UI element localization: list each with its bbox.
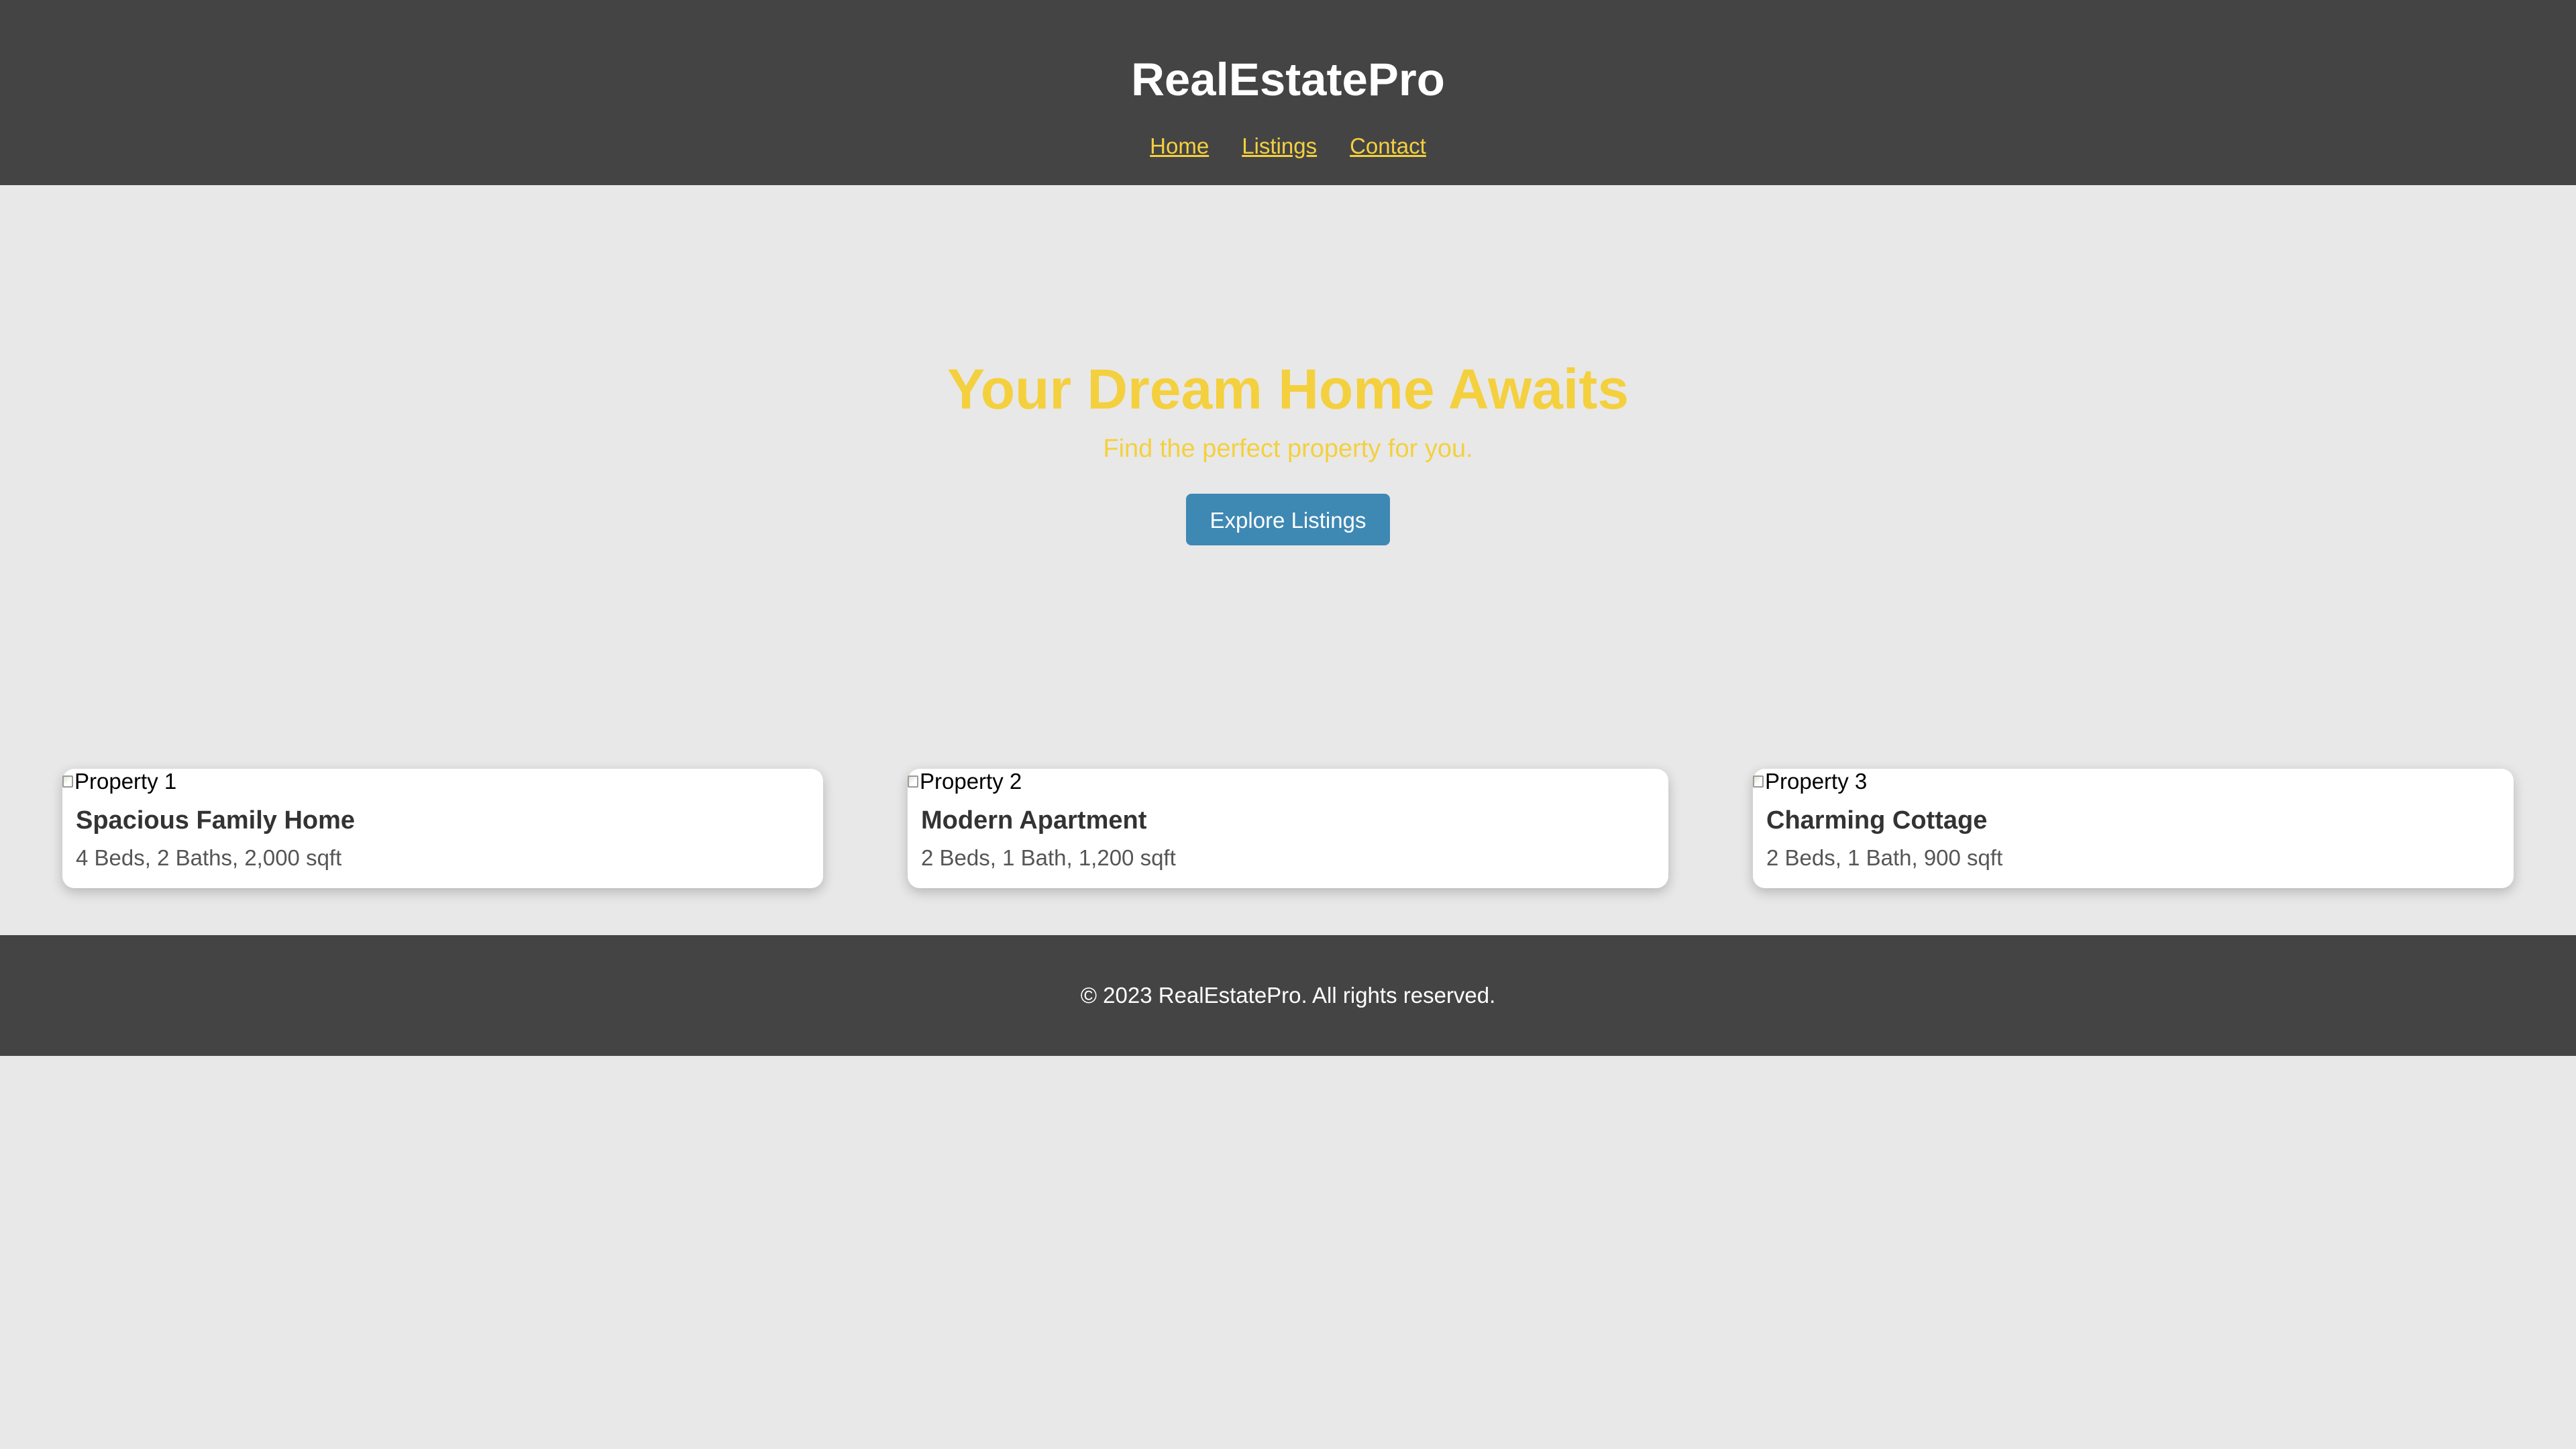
nav-link-home[interactable]: Home (1150, 131, 1209, 161)
hero-title: Your Dream Home Awaits (947, 358, 1629, 421)
listing-image[interactable]: Property 1 (62, 769, 176, 794)
hero-section: Your Dream Home Awaits Find the perfect … (0, 185, 2576, 739)
broken-image-icon (908, 775, 918, 788)
listing-card[interactable]: Property 2 Modern Apartment 2 Beds, 1 Ba… (908, 769, 1668, 888)
listing-image-alt: Property 3 (1765, 769, 1868, 794)
listings-section: Property 1 Spacious Family Home 4 Beds, … (0, 769, 2576, 888)
explore-listings-button[interactable]: Explore Listings (1186, 494, 1390, 545)
listing-details: 2 Beds, 1 Bath, 900 sqft (1766, 845, 2003, 870)
listing-title: Charming Cottage (1766, 806, 1988, 835)
site-header: RealEstatePro Home Listings Contact (0, 0, 2576, 185)
listing-details: 4 Beds, 2 Baths, 2,000 sqft (76, 845, 342, 870)
listing-image-alt: Property 1 (74, 769, 177, 794)
listing-title: Spacious Family Home (76, 806, 356, 835)
listing-image-alt: Property 2 (920, 769, 1022, 794)
nav-link-contact[interactable]: Contact (1350, 131, 1426, 161)
listing-details: 2 Beds, 1 Bath, 1,200 sqft (921, 845, 1176, 870)
brand-logo-text: RealEstatePro (1131, 54, 1445, 105)
listing-card[interactable]: Property 3 Charming Cottage 2 Beds, 1 Ba… (1753, 769, 2514, 888)
main-nav: Home Listings Contact (0, 131, 2576, 161)
listing-image[interactable]: Property 2 (908, 769, 1022, 794)
listing-image[interactable]: Property 3 (1753, 769, 1867, 794)
broken-image-icon (62, 775, 73, 788)
listing-title: Modern Apartment (921, 806, 1147, 835)
listing-card[interactable]: Property 1 Spacious Family Home 4 Beds, … (62, 769, 823, 888)
site-footer: © 2023 RealEstatePro. All rights reserve… (0, 935, 2576, 1056)
copyright-text: © 2023 RealEstatePro. All rights reserve… (1080, 983, 1496, 1008)
nav-link-listings[interactable]: Listings (1242, 131, 1317, 161)
hero-subtitle: Find the perfect property for you. (1103, 435, 1473, 463)
broken-image-icon (1753, 775, 1764, 788)
